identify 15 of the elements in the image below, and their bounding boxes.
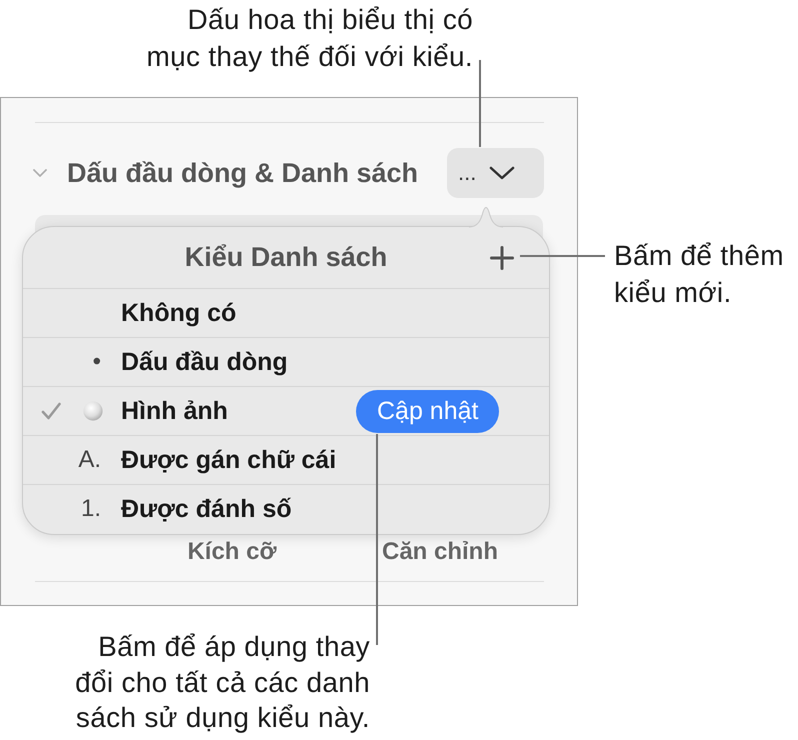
list-style-option[interactable]: Hình ảnh Cập nhật	[23, 386, 549, 435]
list-style-option[interactable]: • Dấu đầu dòng	[23, 337, 549, 386]
style-menu-button[interactable]: ...	[447, 148, 544, 198]
callout-text: Dấu hoa thị biểu thị có mục thay thế đối với kiểu.	[146, 3, 473, 74]
list-style-option[interactable]: Không có	[23, 288, 549, 337]
plus-icon[interactable]	[490, 246, 514, 270]
callout-text: Bấm để thêm kiểu mới.	[614, 239, 784, 310]
control-label: Căn chỉnh	[380, 538, 499, 566]
update-button[interactable]: Cập nhật	[356, 390, 500, 432]
chevron-icon	[489, 166, 516, 180]
sphere-icon	[83, 401, 103, 421]
section-title[interactable]: Dấu đầu dòng & Danh sách	[67, 158, 418, 188]
popover-title: Kiểu Danh sách	[184, 242, 388, 273]
control-label: Kích cỡ	[186, 538, 278, 566]
callout-text: Bấm để áp dụng thay đổi cho tất cả các danh sách sử dụng kiểu này.	[75, 630, 370, 735]
